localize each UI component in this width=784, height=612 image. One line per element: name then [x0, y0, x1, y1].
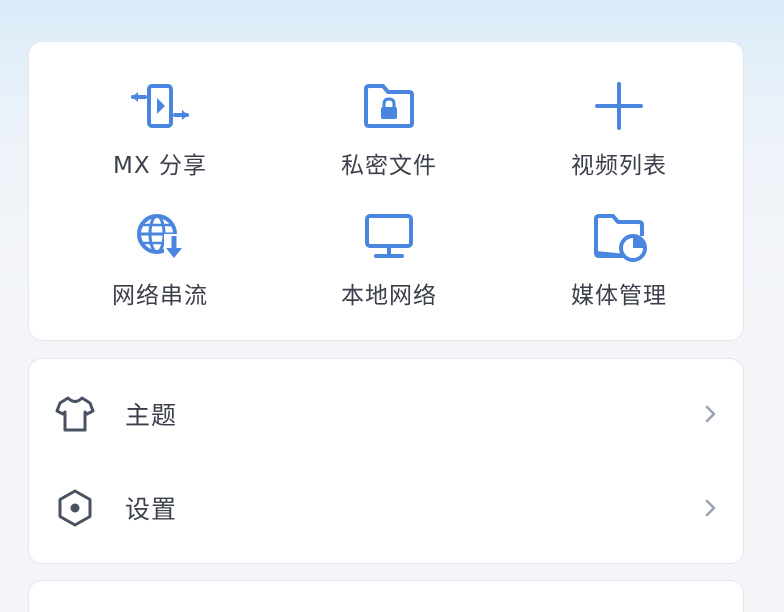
tile-label: 媒体管理 — [571, 283, 667, 309]
tshirt-icon — [53, 392, 97, 436]
list-item-settings[interactable]: 设置 — [29, 463, 745, 553]
tile-private-files[interactable]: 私密文件 — [289, 80, 489, 190]
plus-icon — [589, 80, 649, 132]
tile-label: 私密文件 — [341, 153, 437, 179]
monitor-icon — [359, 210, 419, 262]
globe-download-icon — [130, 210, 190, 262]
share-transfer-icon — [130, 80, 190, 132]
tile-label: 视频列表 — [571, 153, 667, 179]
locked-folder-icon — [359, 80, 419, 132]
tile-local-network[interactable]: 本地网络 — [289, 210, 489, 320]
shortcut-grid: MX 分享 私密文件 视频列表 网络串流 本地网络 媒体管理 — [29, 42, 743, 340]
tile-label: MX 分享 — [113, 153, 207, 179]
chevron-right-icon — [701, 402, 721, 426]
settings-list-card: 主题 设置 — [28, 358, 744, 564]
list-item-label: 设置 — [125, 495, 178, 524]
tile-media-management[interactable]: 媒体管理 — [519, 210, 719, 320]
list-item-label: 主题 — [125, 401, 178, 430]
folder-chart-icon — [589, 210, 649, 262]
tile-label: 本地网络 — [341, 283, 437, 309]
tile-network-stream[interactable]: 网络串流 — [60, 210, 260, 320]
bottom-card — [28, 580, 744, 612]
shortcut-grid-card: MX 分享 私密文件 视频列表 网络串流 本地网络 媒体管理 — [28, 41, 744, 341]
tile-video-list[interactable]: 视频列表 — [519, 80, 719, 190]
chevron-right-icon — [701, 496, 721, 520]
tile-label: 网络串流 — [112, 283, 208, 309]
hexagon-settings-icon — [53, 486, 97, 530]
tile-mx-share[interactable]: MX 分享 — [60, 80, 260, 190]
list-item-theme[interactable]: 主题 — [29, 369, 745, 459]
